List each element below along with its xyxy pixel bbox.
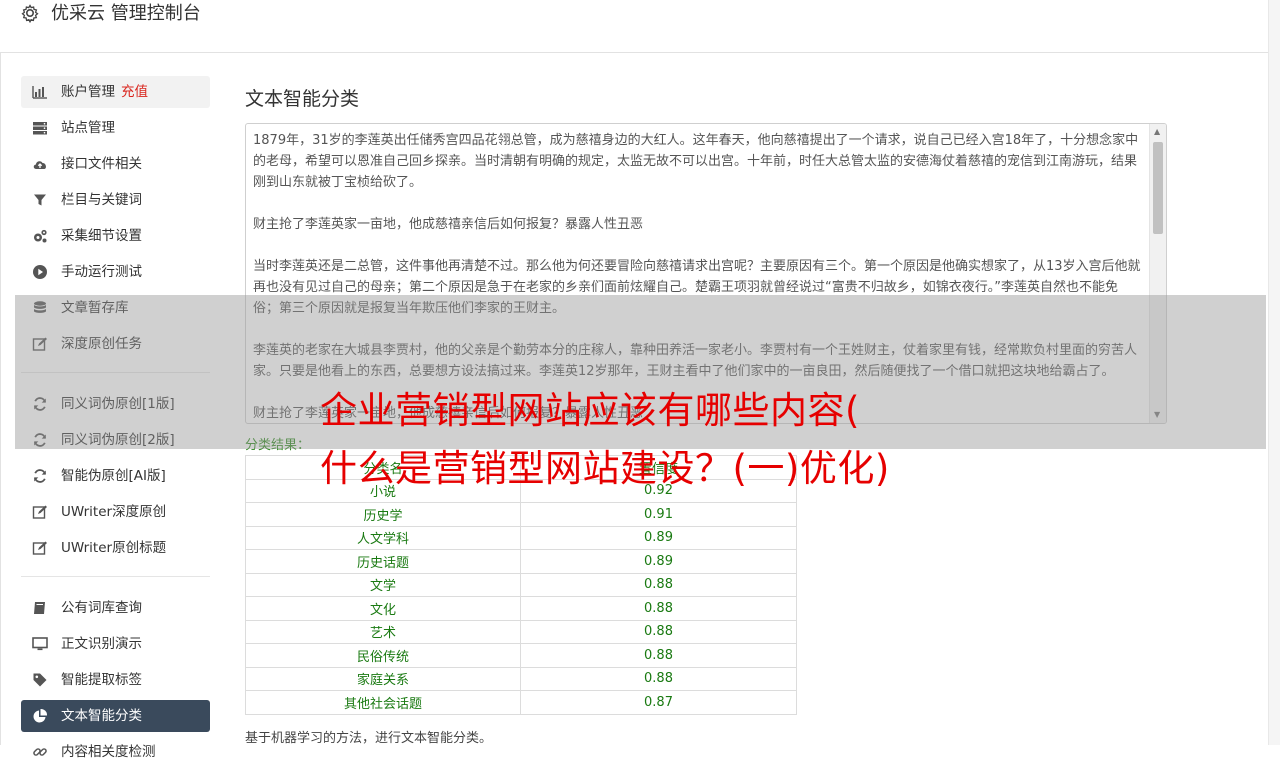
pie-chart-icon [33,708,48,723]
page-scrollbar[interactable] [1268,0,1280,745]
sidebar-item-uwriter-title[interactable]: UWriter原创标题 [21,532,210,564]
server-icon [33,122,47,135]
table-row: 文学 0.88 [245,572,797,597]
frame-divider [0,52,1,745]
sidebar-item-label: 内容相关度检测 [61,744,156,760]
table-row: 历史学 0.91 [245,502,797,527]
sidebar-item-text-recognition[interactable]: 正文识别演示 [21,628,210,660]
sidebar-item-label: 正文识别演示 [61,636,142,652]
category-cell: 艺术 [245,619,521,644]
sidebar-item-sites[interactable]: 站点管理 [21,112,210,144]
confidence-cell: 0.88 [520,643,797,668]
confidence-cell: 0.88 [520,666,797,691]
sidebar-item-smart-tags[interactable]: 智能提取标签 [21,664,210,696]
method-footnote: 基于机器学习的方法，进行文本智能分类。 [245,731,493,746]
classification-result-table: 分类名 置信度 小说 0.92 历史学 0.91 人文学科 0.89 历史话题 0.89… [245,455,797,715]
sidebar-item-text-classification[interactable]: 文本智能分类 [21,700,210,732]
table-row: 人文学科 0.89 [245,525,797,550]
sidebar-item-ai-rewrite[interactable]: 智能伪原创[AI版] [21,460,210,492]
table-row: 历史话题 0.89 [245,549,797,574]
play-circle-icon [33,265,47,279]
sidebar-item-label: 公有词库查询 [61,600,142,616]
sidebar-item-interface-files[interactable]: 接口文件相关 [21,148,210,180]
recharge-link[interactable]: 充值 [121,84,148,100]
confidence-cell: 0.88 [520,619,797,644]
page-title: 文本智能分类 [245,88,360,110]
sidebar-item-relevance-check[interactable]: 内容相关度检测 [21,736,210,768]
edit-icon [32,541,47,555]
sidebar-item-label: 采集细节设置 [61,228,142,244]
sidebar-item-collect-settings[interactable]: 采集细节设置 [21,220,210,252]
sidebar-item-label: 接口文件相关 [61,156,142,172]
category-cell: 家庭关系 [245,666,521,691]
sidebar-item-uwriter-deep[interactable]: UWriter深度原创 [21,496,210,528]
link-icon [33,748,47,756]
confidence-cell: 0.87 [520,690,797,715]
table-row: 文化 0.88 [245,596,797,621]
refresh-icon [34,469,46,483]
category-cell: 文学 [245,572,521,597]
table-row: 其他社会话题 0.87 [245,690,797,715]
sidebar-item-label: 智能伪原创[AI版] [61,468,166,484]
sidebar-item-label: UWriter深度原创 [61,504,167,520]
confidence-cell: 0.88 [520,572,797,597]
sidebar-item-label: 智能提取标签 [61,672,142,688]
sidebar-item-label: 站点管理 [61,120,115,136]
sidebar-divider [21,576,210,577]
gear-icon [21,4,39,23]
overlay-caption-line1: 企业营销型网站应该有哪些内容( [320,389,860,432]
bar-chart-icon [32,86,47,99]
table-row: 民俗传统 0.88 [245,643,797,668]
sidebar-item-public-lexicon[interactable]: 公有词库查询 [21,592,210,624]
scrollbar-thumb[interactable] [1153,142,1163,234]
confidence-cell: 0.91 [520,502,797,527]
sidebar-item-columns-keywords[interactable]: 栏目与关键词 [21,184,210,216]
category-cell: 历史学 [245,502,521,527]
table-row: 家庭关系 0.88 [245,666,797,691]
category-cell: 文化 [245,596,521,621]
sidebar-item-label: 文本智能分类 [61,708,142,724]
monitor-icon [32,637,48,651]
confidence-cell: 0.89 [520,549,797,574]
sidebar-item-label: 手动运行测试 [61,264,142,280]
gears-icon [34,229,47,243]
table-row: 艺术 0.88 [245,619,797,644]
sidebar-item-label: 账户管理 [61,84,115,100]
scroll-up-arrow-icon[interactable]: ▲ [1154,128,1160,136]
sidebar-item-label: 栏目与关键词 [61,192,142,208]
category-cell: 人文学科 [245,525,521,550]
tag-icon [33,673,47,687]
confidence-cell: 0.89 [520,525,797,550]
sidebar-item-account[interactable]: 账户管理 充值 [21,76,210,108]
app-title: 优采云 管理控制台 [51,3,201,24]
sidebar-item-label: UWriter原创标题 [61,540,167,556]
overlay-caption-line2: 什么是营销型网站建设？(一)优化) [320,447,890,490]
cloud-upload-icon [33,161,46,169]
confidence-cell: 0.88 [520,596,797,621]
sidebar-item-manual-test[interactable]: 手动运行测试 [21,256,210,288]
edit-icon [32,505,47,519]
category-cell: 其他社会话题 [245,690,521,715]
filter-icon [34,194,46,206]
book-icon [34,602,45,614]
category-cell: 历史话题 [245,549,521,574]
top-header: 优采云 管理控制台 [0,0,1268,53]
category-cell: 民俗传统 [245,643,521,668]
